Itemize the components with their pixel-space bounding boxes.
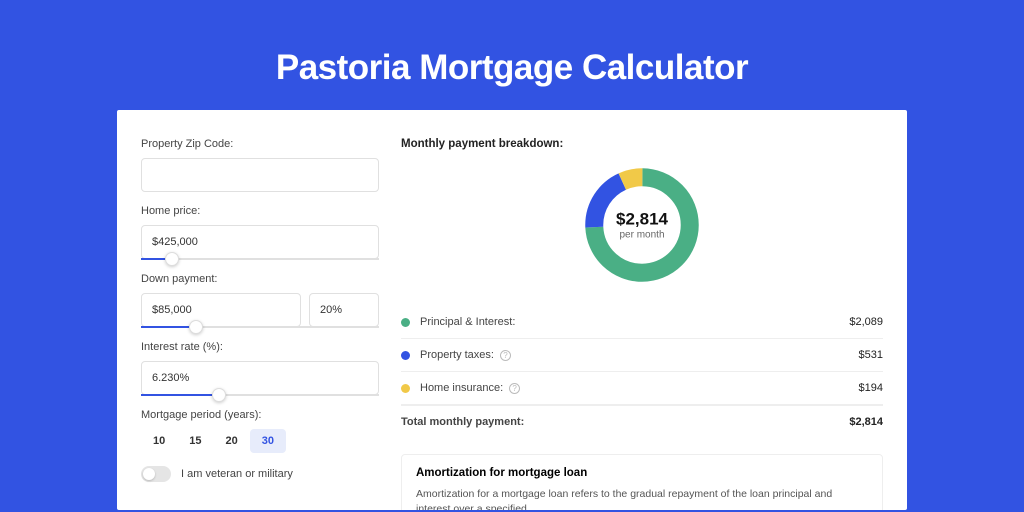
info-icon[interactable]: ? — [509, 383, 520, 394]
page-title: Pastoria Mortgage Calculator — [0, 0, 1024, 110]
legend-label: Property taxes: ? — [420, 349, 859, 361]
calculator-card: Property Zip Code: Home price: Down paym… — [117, 110, 907, 510]
zip-label: Property Zip Code: — [141, 138, 379, 150]
toggle-knob — [143, 468, 155, 480]
down-payment-slider-thumb[interactable] — [189, 320, 203, 334]
amortization-title: Amortization for mortgage loan — [416, 467, 868, 479]
legend-text: Property taxes: — [420, 349, 494, 361]
interest-slider[interactable] — [141, 394, 379, 396]
home-price-label: Home price: — [141, 205, 379, 217]
total-value: $2,814 — [849, 416, 883, 428]
donut-center: $2,814 per month — [616, 210, 668, 241]
dot-icon — [401, 384, 410, 393]
legend-value: $531 — [859, 349, 883, 361]
interest-label: Interest rate (%): — [141, 341, 379, 353]
period-btn-10[interactable]: 10 — [141, 429, 177, 453]
down-payment-group: Down payment: — [141, 273, 379, 328]
breakdown-column: Monthly payment breakdown: $2,814 per mo… — [401, 138, 883, 510]
legend-label: Home insurance: ? — [420, 382, 859, 394]
breakdown-title: Monthly payment breakdown: — [401, 138, 883, 150]
interest-group: Interest rate (%): — [141, 341, 379, 396]
info-icon[interactable]: ? — [500, 350, 511, 361]
legend-value: $194 — [859, 382, 883, 394]
period-btn-20[interactable]: 20 — [214, 429, 250, 453]
legend-insurance: Home insurance: ? $194 — [401, 372, 883, 405]
legend-label: Principal & Interest: — [420, 316, 849, 328]
donut-chart: $2,814 per month — [401, 162, 883, 288]
veteran-toggle[interactable] — [141, 466, 171, 482]
period-label: Mortgage period (years): — [141, 409, 379, 421]
period-group: Mortgage period (years): 10 15 20 30 — [141, 409, 379, 453]
period-btn-15[interactable]: 15 — [177, 429, 213, 453]
legend-total: Total monthly payment: $2,814 — [401, 405, 883, 438]
legend-taxes: Property taxes: ? $531 — [401, 339, 883, 372]
amortization-box: Amortization for mortgage loan Amortizat… — [401, 454, 883, 510]
donut-sub: per month — [616, 230, 668, 241]
period-btn-30[interactable]: 30 — [250, 429, 286, 453]
amortization-body: Amortization for a mortgage loan refers … — [416, 487, 868, 510]
interest-slider-thumb[interactable] — [212, 388, 226, 402]
veteran-label: I am veteran or military — [181, 468, 293, 480]
dot-icon — [401, 351, 410, 360]
down-payment-label: Down payment: — [141, 273, 379, 285]
total-label: Total monthly payment: — [401, 416, 849, 428]
dot-icon — [401, 318, 410, 327]
legend-text: Home insurance: — [420, 382, 503, 394]
zip-input[interactable] — [141, 158, 379, 192]
down-payment-input[interactable] — [141, 293, 301, 327]
interest-input[interactable] — [141, 361, 379, 395]
down-payment-pct-input[interactable] — [309, 293, 379, 327]
donut-amount: $2,814 — [616, 210, 668, 230]
home-price-slider-thumb[interactable] — [165, 252, 179, 266]
period-options: 10 15 20 30 — [141, 429, 379, 453]
home-price-slider[interactable] — [141, 258, 379, 260]
down-payment-slider[interactable] — [141, 326, 379, 328]
inputs-column: Property Zip Code: Home price: Down paym… — [141, 138, 379, 510]
zip-group: Property Zip Code: — [141, 138, 379, 192]
home-price-group: Home price: — [141, 205, 379, 260]
legend-principal: Principal & Interest: $2,089 — [401, 306, 883, 339]
veteran-row: I am veteran or military — [141, 466, 379, 482]
legend-value: $2,089 — [849, 316, 883, 328]
